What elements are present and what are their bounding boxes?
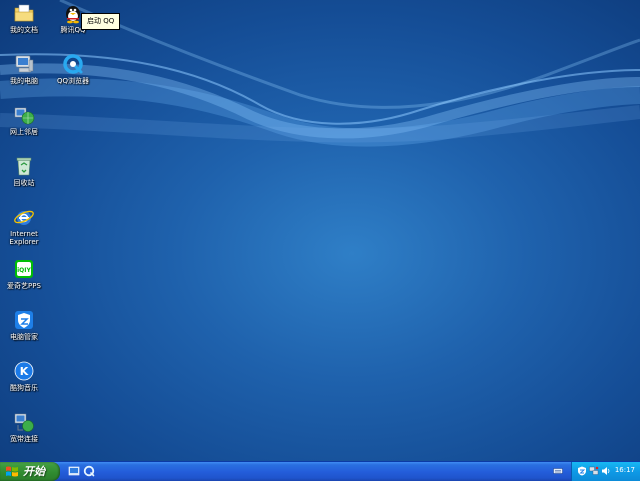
keyboard-icon[interactable]	[553, 466, 563, 476]
volume-tray-icon[interactable]	[601, 466, 611, 476]
desktop-icon-label: 酷狗音乐	[10, 384, 38, 392]
desktop-icon-iqiyi-pps[interactable]: iQIY 爱奇艺PPS	[0, 258, 48, 290]
documents-folder-icon	[14, 4, 34, 22]
iqiyi-icon: iQIY	[15, 260, 33, 278]
desktop-icon-label: 宽带连接	[10, 435, 38, 443]
computer-icon	[15, 55, 34, 73]
pc-manager-tray-icon[interactable]	[577, 466, 587, 476]
quick-launch-qq-browser-icon[interactable]	[83, 465, 95, 477]
windows-flag-icon	[6, 466, 18, 477]
internet-explorer-icon	[14, 210, 34, 225]
system-tray: 16:17	[571, 462, 640, 481]
desktop-icon-label: 网上邻居	[10, 128, 38, 136]
clock[interactable]: 16:17	[615, 466, 635, 474]
desktop-icon-recycle-bin[interactable]: 回收站	[0, 155, 48, 187]
desktop-icon-internet-explorer[interactable]: Internet Explorer	[0, 206, 48, 246]
desktop-icon-qq-browser[interactable]: QQ浏览器	[49, 53, 97, 85]
qq-browser-icon	[63, 54, 83, 74]
svg-text:iQIY: iQIY	[17, 267, 31, 274]
desktop-icon-label: QQ浏览器	[56, 77, 90, 85]
broadband-connection-icon	[14, 413, 34, 432]
desktop-icon-label: 我的文档	[10, 26, 38, 34]
desktop-icon-my-computer[interactable]: 我的电脑	[0, 53, 48, 85]
desktop-icon-my-documents[interactable]: 我的文档	[0, 2, 48, 34]
desktop-icon-label: 回收站	[13, 179, 35, 187]
network-tray-icon[interactable]	[589, 466, 599, 476]
recycle-bin-icon	[16, 157, 32, 176]
desktop-icon-pc-manager[interactable]: 电脑管家	[0, 309, 48, 341]
quick-launch-desktop-icon[interactable]	[68, 465, 80, 477]
kugou-icon: K	[14, 361, 34, 381]
desktop-icon-label: 我的电脑	[10, 77, 38, 85]
network-globe-icon	[14, 107, 35, 125]
desktop-icon-label: 电脑管家	[10, 333, 38, 341]
desktop-icon-kugou-music[interactable]: K 酷狗音乐	[0, 360, 48, 392]
desktop[interactable]: 我的文档 腾讯QQ 我的电脑 QQ浏览器 网上邻居 回收站 Internet E…	[0, 0, 640, 461]
start-label: 开始	[23, 465, 45, 478]
tooltip: 启动 QQ	[81, 13, 121, 30]
start-button[interactable]: 开始	[0, 462, 60, 481]
desktop-icon-broadband[interactable]: 宽带连接	[0, 411, 48, 443]
desktop-icon-label: Internet Explorer	[9, 230, 39, 246]
desktop-icon-label: 爱奇艺PPS	[7, 282, 41, 290]
shield-icon	[15, 311, 33, 329]
svg-text:K: K	[20, 365, 29, 378]
desktop-icon-network-places[interactable]: 网上邻居	[0, 104, 48, 136]
taskbar: 开始 16:17	[0, 461, 640, 481]
